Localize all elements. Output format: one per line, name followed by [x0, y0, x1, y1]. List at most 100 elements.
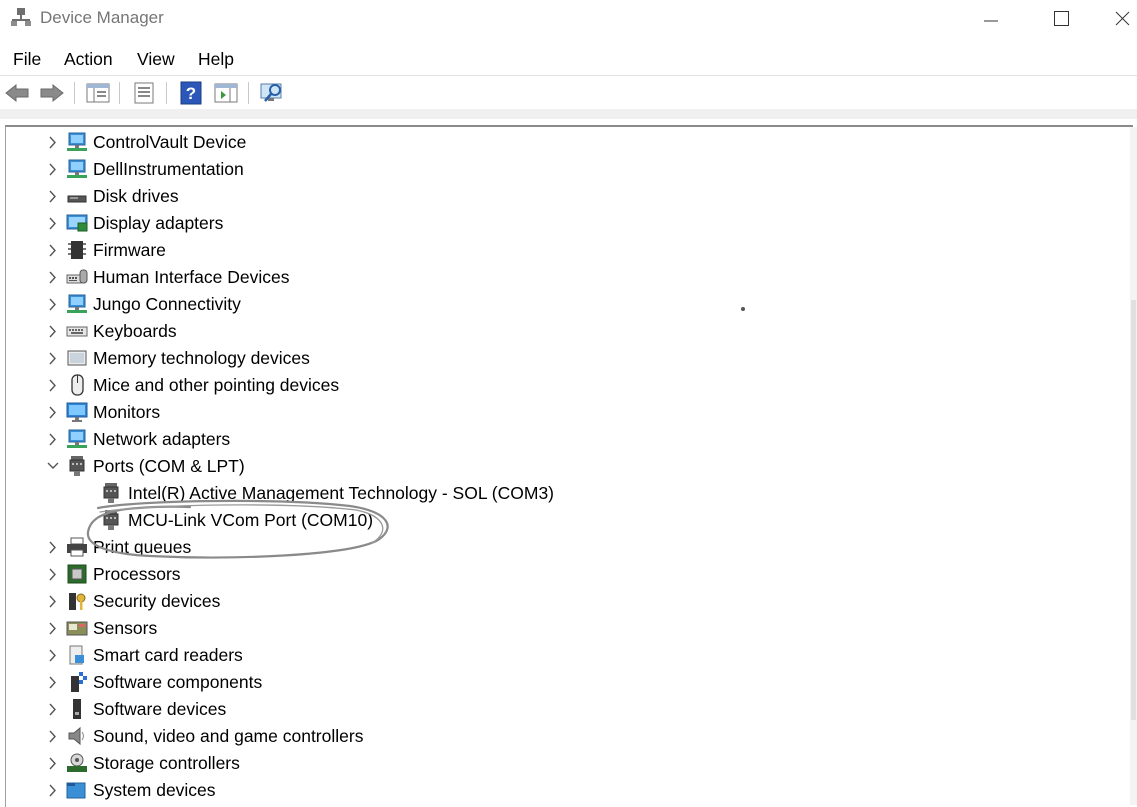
monitor-network-icon — [67, 132, 87, 151]
toolbar: ? — [0, 75, 1137, 110]
processor-icon — [67, 564, 87, 584]
help-icon: ? — [180, 81, 202, 105]
menu-bar: File Action View Help — [0, 42, 1137, 74]
tree-item-label: Storage controllers — [93, 753, 240, 773]
scrollbar-thumb[interactable] — [1131, 300, 1136, 720]
toolbar-separator — [74, 82, 75, 104]
tree-item-label: Monitors — [93, 402, 161, 422]
svg-text:?: ? — [186, 84, 196, 103]
menu-view[interactable]: View — [137, 49, 175, 70]
tree-item-label: Display adapters — [93, 213, 224, 233]
chevron-right-icon[interactable] — [46, 426, 60, 453]
software-device-icon — [73, 699, 81, 719]
show-hide-console-tree-button[interactable] — [84, 80, 112, 106]
back-button[interactable] — [4, 80, 32, 106]
chevron-right-icon[interactable] — [46, 534, 60, 561]
firmware-chip-icon — [68, 241, 86, 259]
tree-item-label: Jungo Connectivity — [93, 294, 241, 314]
software-component-icon — [71, 672, 87, 692]
scan-hardware-icon — [260, 83, 282, 102]
chevron-right-icon[interactable] — [46, 777, 60, 804]
device-manager-icon — [11, 8, 31, 26]
chevron-right-icon[interactable] — [46, 237, 60, 264]
minimize-button[interactable] — [968, 4, 1014, 34]
properties-pane-icon — [86, 83, 110, 103]
toolbar-separator — [166, 82, 167, 104]
stray-mark — [741, 307, 745, 311]
tree-item-label: Keyboards — [93, 321, 177, 341]
chevron-right-icon[interactable] — [46, 399, 60, 426]
forward-arrow-icon — [40, 83, 64, 103]
minimize-icon — [984, 20, 998, 22]
chevron-right-icon[interactable] — [46, 642, 60, 669]
sensor-icon — [66, 621, 88, 636]
chevron-right-icon[interactable] — [46, 588, 60, 615]
monitor-icon — [66, 402, 88, 422]
chevron-right-icon[interactable] — [46, 318, 60, 345]
tree-item-label: Ports (COM & LPT) — [93, 456, 245, 476]
chevron-right-icon[interactable] — [46, 291, 60, 318]
display-adapter-icon — [66, 214, 88, 232]
tree-item-label: Human Interface Devices — [93, 267, 290, 287]
back-arrow-icon — [5, 83, 29, 103]
memory-device-icon — [67, 350, 87, 366]
hid-icon — [66, 269, 88, 284]
properties-button[interactable] — [130, 80, 158, 106]
storage-controller-icon — [67, 753, 87, 772]
chevron-right-icon[interactable] — [46, 210, 60, 237]
tree-item-label: ControlVault Device — [93, 132, 247, 152]
tree-item-label: Sound, video and game controllers — [93, 726, 364, 746]
menu-file[interactable]: File — [13, 49, 41, 70]
title-bar: Device Manager — [0, 0, 1137, 38]
tree-item-label: Processors — [93, 564, 181, 584]
tree-item-label: Disk drives — [93, 186, 179, 206]
menu-help[interactable]: Help — [198, 49, 234, 70]
forward-button[interactable] — [37, 80, 65, 106]
maximize-button[interactable] — [1038, 4, 1084, 34]
toolbar-separator — [248, 82, 249, 104]
chevron-right-icon[interactable] — [46, 345, 60, 372]
close-icon — [1115, 11, 1130, 26]
chevron-right-icon[interactable] — [46, 129, 60, 156]
chevron-right-icon[interactable] — [46, 750, 60, 777]
chevron-right-icon[interactable] — [46, 669, 60, 696]
mouse-icon — [71, 374, 84, 396]
chevron-right-icon[interactable] — [46, 696, 60, 723]
scan-for-hardware-changes-button[interactable] — [258, 80, 286, 106]
monitor-network-icon — [67, 294, 87, 313]
chevron-right-icon[interactable] — [46, 156, 60, 183]
smart-card-reader-icon — [69, 645, 84, 665]
keyboard-icon — [66, 326, 88, 337]
port-connector-icon — [69, 456, 85, 476]
tree-item-label: Memory technology devices — [93, 348, 310, 368]
tree-item-label: DellInstrumentation — [93, 159, 244, 179]
chevron-right-icon[interactable] — [46, 615, 60, 642]
system-folder-icon — [66, 782, 86, 799]
maximize-icon — [1054, 11, 1069, 26]
chevron-right-icon[interactable] — [46, 264, 60, 291]
chevron-right-icon[interactable] — [46, 372, 60, 399]
show-action-pane-button[interactable] — [212, 80, 240, 106]
tree-item-label: System devices — [93, 780, 216, 800]
toolbar-separator — [119, 82, 120, 104]
speaker-icon — [68, 726, 84, 746]
close-button[interactable] — [1108, 4, 1137, 34]
chevron-down-icon[interactable] — [46, 453, 60, 480]
help-button[interactable]: ? — [177, 80, 205, 106]
monitor-network-icon — [67, 159, 87, 178]
window-title: Device Manager — [40, 8, 164, 27]
security-key-icon — [69, 593, 86, 610]
chevron-right-icon[interactable] — [46, 723, 60, 750]
tree-item-label: Security devices — [93, 591, 221, 611]
monitor-network-icon — [67, 429, 87, 448]
tree-item-label: Network adapters — [93, 429, 231, 449]
chevron-right-icon[interactable] — [46, 183, 60, 210]
toolbar-divider — [0, 109, 1137, 119]
chevron-right-icon[interactable] — [46, 561, 60, 588]
tree-item-label: Sensors — [93, 618, 158, 638]
tree-item-label: Smart card readers — [93, 645, 243, 665]
tree-item-label: Software components — [93, 672, 263, 692]
driver-details-icon — [134, 82, 154, 104]
menu-action[interactable]: Action — [64, 49, 113, 70]
hand-drawn-circle-annotation — [86, 499, 389, 559]
